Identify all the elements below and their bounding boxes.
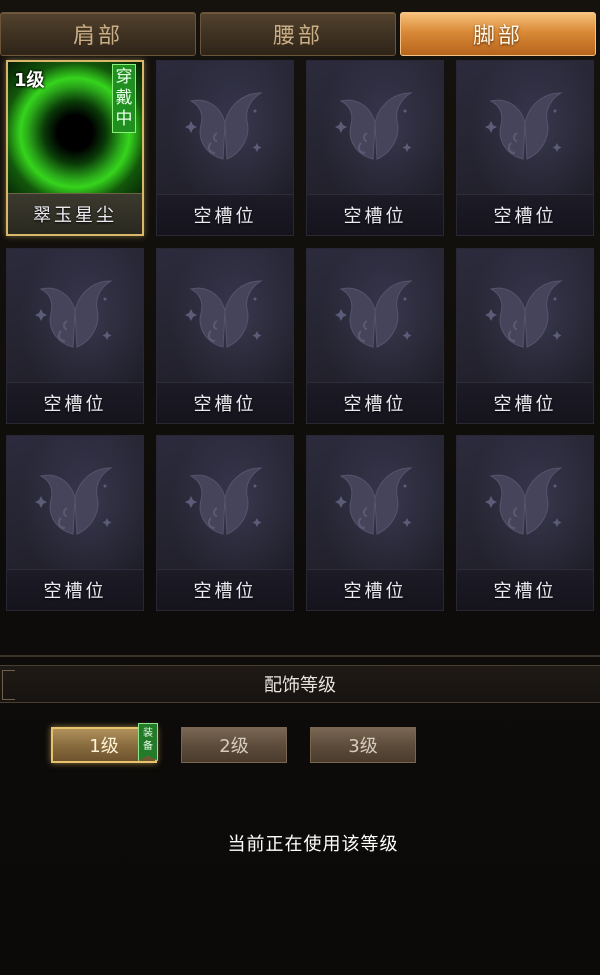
slot-art [457,61,593,197]
empty-slot[interactable]: 空槽位 [306,435,444,611]
slot-label: 空槽位 [457,382,593,423]
empty-slot[interactable]: 空槽位 [456,60,594,236]
slot-art [307,436,443,572]
slot-art [157,436,293,572]
category-tabs: 肩部 腰部 脚部 [0,12,600,58]
slot-art [307,249,443,385]
wearing-status-tag: 穿戴中 [112,64,136,133]
slot-label: 空槽位 [457,569,593,610]
slot-label: 空槽位 [7,569,143,610]
empty-slot[interactable]: 空槽位 [306,60,444,236]
slot-label: 空槽位 [307,569,443,610]
butterfly-icon [185,92,263,160]
butterfly-icon [185,467,263,535]
empty-slot[interactable]: 空槽位 [306,248,444,424]
slot-art [457,249,593,385]
butterfly-icon [35,467,113,535]
equipped-slot[interactable]: 1级 穿戴中翠玉星尘 [6,60,144,236]
slot-label: 空槽位 [157,569,293,610]
level-3-button[interactable]: 3级 [310,727,416,763]
empty-slot[interactable]: 空槽位 [156,248,294,424]
butterfly-icon [335,92,413,160]
slot-label: 空槽位 [307,382,443,423]
butterfly-icon [335,280,413,348]
slot-art [307,61,443,197]
divider [0,655,600,657]
slot-level-tag: 1级 [14,70,45,91]
slot-label: 空槽位 [157,382,293,423]
slot-art [157,249,293,385]
butterfly-icon [335,467,413,535]
butterfly-icon [35,280,113,348]
empty-slot[interactable]: 空槽位 [456,435,594,611]
tab-shoulder[interactable]: 肩部 [0,12,196,56]
section-header: 配饰等级 [0,665,600,703]
butterfly-icon [485,280,563,348]
tab-waist[interactable]: 腰部 [200,12,396,56]
slot-art [157,61,293,197]
slot-label: 空槽位 [157,194,293,235]
empty-slot[interactable]: 空槽位 [6,248,144,424]
slot-label: 空槽位 [307,194,443,235]
slot-art [457,436,593,572]
empty-slot[interactable]: 空槽位 [6,435,144,611]
section-title: 配饰等级 [264,675,336,696]
empty-slot[interactable]: 空槽位 [456,248,594,424]
accessory-panel: 肩部 腰部 脚部 1级穿戴中翠玉星尘 空槽位 空槽位 空槽位 空槽位 空槽位 空槽位 空槽位空… [0,0,600,975]
equipped-badge: 装备 [138,723,158,761]
level-2-button[interactable]: 2级 [181,727,287,763]
slot-art [7,249,143,385]
butterfly-icon [485,92,563,160]
slot-art [7,436,143,572]
slot-label: 空槽位 [7,382,143,423]
empty-slot[interactable]: 空槽位 [156,60,294,236]
empty-slot[interactable]: 空槽位 [156,435,294,611]
butterfly-icon [185,280,263,348]
slot-label: 空槽位 [457,194,593,235]
slot-label: 翠玉星尘 [8,193,142,234]
status-text: 当前正在使用该等级 [227,834,399,855]
tab-feet[interactable]: 脚部 [400,12,596,56]
butterfly-icon [485,467,563,535]
